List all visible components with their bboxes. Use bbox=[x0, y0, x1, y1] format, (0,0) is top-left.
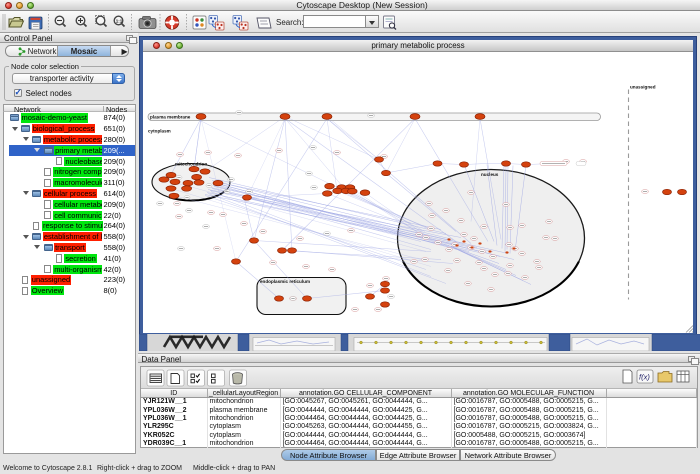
svg-text:cytoplasm: cytoplasm bbox=[148, 128, 171, 133]
svg-text:mitochondrion: mitochondrion bbox=[175, 161, 207, 166]
svg-text:1:1: 1:1 bbox=[116, 19, 123, 24]
svg-text:plasma membrane: plasma membrane bbox=[150, 114, 191, 119]
svg-text:nucleus: nucleus bbox=[481, 172, 499, 177]
svg-text:unassigned: unassigned bbox=[630, 84, 656, 89]
svg-text:endoplasmic reticulum: endoplasmic reticulum bbox=[260, 279, 310, 284]
svg-text:f(x): f(x) bbox=[639, 373, 650, 382]
